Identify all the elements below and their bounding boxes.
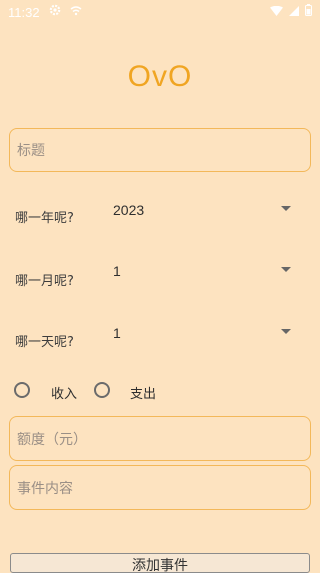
wifi-indicator-icon bbox=[70, 5, 82, 20]
settings-gear-icon bbox=[49, 4, 61, 20]
income-radio[interactable]: 收入 bbox=[12, 378, 82, 404]
day-dropdown[interactable]: 1 bbox=[105, 318, 305, 348]
app-title: OvO bbox=[127, 60, 193, 93]
month-label: 哪一月呢? bbox=[15, 274, 74, 289]
status-time: 11:32 bbox=[8, 4, 40, 20]
day-label: 哪一天呢? bbox=[15, 335, 74, 350]
title-input[interactable]: 标题 bbox=[9, 128, 311, 172]
day-dropdown-value: 1 bbox=[113, 325, 121, 341]
chevron-down-icon bbox=[281, 329, 291, 334]
amount-input-placeholder: 额度（元） bbox=[17, 431, 87, 448]
radio-circle-icon bbox=[14, 382, 30, 398]
content-input-placeholder: 事件内容 bbox=[17, 480, 73, 497]
status-bar: 11:32 bbox=[0, 0, 320, 24]
title-input-placeholder: 标题 bbox=[17, 143, 45, 159]
month-dropdown[interactable]: 1 bbox=[105, 256, 305, 286]
wifi-signal-icon bbox=[270, 5, 283, 20]
content-input[interactable]: 事件内容 bbox=[9, 465, 311, 510]
expense-radio[interactable]: 支出 bbox=[92, 378, 162, 404]
expense-radio-label: 支出 bbox=[130, 387, 157, 402]
cell-signal-icon bbox=[289, 5, 299, 20]
chevron-down-icon bbox=[281, 206, 291, 211]
month-dropdown-value: 1 bbox=[113, 263, 121, 279]
add-event-button[interactable]: 添加事件 bbox=[10, 553, 310, 573]
battery-icon bbox=[305, 4, 312, 20]
amount-input[interactable]: 额度（元） bbox=[9, 416, 311, 461]
year-dropdown[interactable]: 2023 bbox=[105, 195, 305, 225]
chevron-down-icon bbox=[281, 267, 291, 272]
year-label: 哪一年呢? bbox=[15, 211, 74, 226]
year-dropdown-value: 2023 bbox=[113, 202, 145, 218]
radio-circle-icon bbox=[94, 382, 110, 398]
income-radio-label: 收入 bbox=[51, 387, 78, 402]
add-event-button-label: 添加事件 bbox=[132, 558, 188, 573]
